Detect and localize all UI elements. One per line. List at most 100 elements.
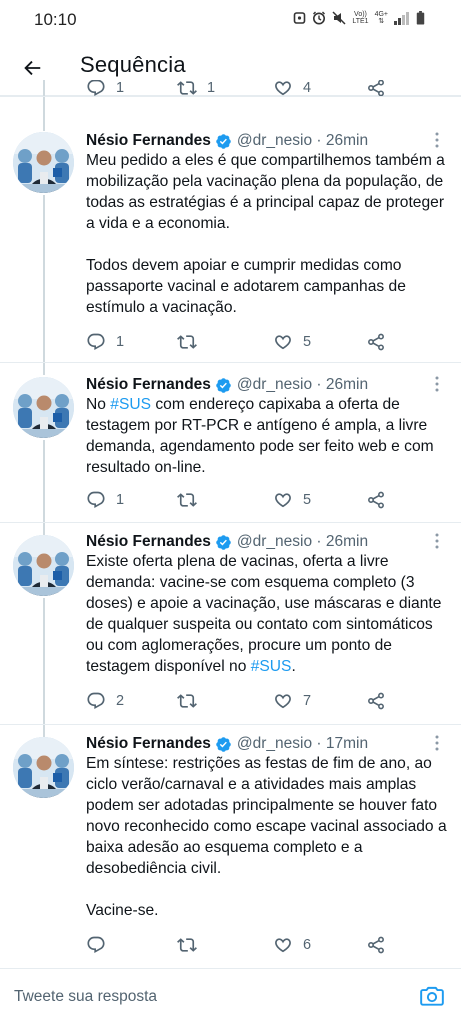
hashtag-link[interactable]: #SUS (251, 658, 292, 675)
heart-icon (273, 935, 293, 955)
retweet-button[interactable] (177, 488, 207, 512)
reply-icon (86, 332, 106, 352)
heart-icon (273, 691, 293, 711)
battery-icon (416, 11, 425, 25)
retweet-icon (177, 490, 197, 510)
tweet-actions: 1 5 (86, 330, 386, 354)
share-icon (366, 691, 386, 711)
retweet-icon (177, 691, 197, 711)
status-bar: 10:10 Vo)) LTE1 4G+ ⇅ (0, 0, 461, 40)
text-segment: . (291, 658, 296, 675)
author-name[interactable]: Nésio Fernandes (86, 533, 211, 551)
text-segment: No (86, 396, 111, 413)
reply-button[interactable]: 2 (86, 689, 124, 713)
network-type: 4G+ ⇅ (375, 11, 388, 25)
reply-count: 1 (116, 80, 125, 96)
retweet-icon (177, 935, 197, 955)
tweet-actions: 1 5 (86, 488, 386, 512)
network-lte: LTE1 (352, 18, 369, 25)
avatar[interactable] (13, 132, 74, 193)
tweet[interactable]: Nésio Fernandes @dr_nesio · 26min Meu pe… (0, 130, 461, 368)
avatar[interactable] (13, 535, 74, 596)
tweet-paragraph: Meu pedido a eles é que compartilhemos t… (86, 152, 445, 232)
more-options-icon[interactable] (435, 132, 439, 148)
profile-photo (13, 535, 74, 596)
thread-connector (43, 195, 45, 375)
author-name[interactable]: Nésio Fernandes (86, 376, 211, 394)
retweet-button[interactable] (177, 330, 207, 354)
like-button[interactable]: 5 (273, 488, 311, 512)
tweet-divider (0, 724, 461, 725)
reply-count: 1 (116, 334, 125, 350)
tweet[interactable]: Nésio Fernandes @dr_nesio · 26min Existe… (0, 531, 461, 721)
more-options-icon[interactable] (435, 376, 439, 392)
like-button[interactable]: 4 (273, 80, 311, 100)
like-count: 5 (303, 334, 312, 350)
reply-icon (86, 490, 106, 510)
tweet[interactable]: Nésio Fernandes @dr_nesio · 26min No #SU… (0, 374, 461, 520)
more-options-icon[interactable] (435, 735, 439, 751)
status-icons: Vo)) LTE1 4G+ ⇅ (293, 11, 425, 25)
avatar[interactable] (13, 377, 74, 438)
tweet-paragraph: Todos devem apoiar e cumprir medidas com… (86, 257, 406, 316)
share-button[interactable] (366, 80, 386, 100)
author-handle-time: @dr_nesio · 26min (236, 376, 369, 393)
like-button[interactable]: 6 (273, 933, 311, 957)
retweet-button[interactable]: 1 (177, 80, 215, 100)
tweet-text: Meu pedido a eles é que compartilhemos t… (86, 150, 448, 318)
reply-input[interactable] (14, 983, 394, 1011)
alarm-icon (294, 12, 306, 24)
network-arrows: ⇅ (378, 18, 385, 25)
tweet[interactable]: Nésio Fernandes @dr_nesio · 17min Em sín… (0, 733, 461, 963)
hashtag-link[interactable]: #SUS (110, 396, 151, 413)
share-button[interactable] (366, 330, 386, 354)
more-options-icon[interactable] (435, 533, 439, 549)
tweet-actions: 6 (86, 933, 386, 957)
retweet-button[interactable] (177, 689, 207, 713)
camera-icon[interactable] (419, 983, 445, 1009)
status-time: 10:10 (34, 10, 77, 29)
retweet-count: 1 (207, 80, 216, 96)
reply-button[interactable]: 1 (86, 80, 124, 100)
thread-connector (43, 97, 45, 131)
arrow-left-icon (24, 60, 41, 76)
network-label: Vo)) LTE1 (352, 11, 368, 25)
tweet-actions: 2 7 (86, 689, 386, 713)
tweet-header: Nésio Fernandes @dr_nesio · 26min (86, 531, 368, 553)
network-type-label: 4G+ (374, 11, 388, 18)
network-volte: Vo)) (354, 11, 367, 18)
tweet-paragraph: Vacine-se. (86, 902, 159, 919)
tweet-paragraph: No #SUS com endereço capixaba a oferta d… (86, 394, 448, 478)
tweet-header: Nésio Fernandes @dr_nesio · 26min (86, 130, 368, 152)
verified-badge-icon (215, 534, 232, 551)
reply-count: 2 (116, 693, 125, 709)
avatar[interactable] (13, 737, 74, 798)
share-button[interactable] (366, 933, 386, 957)
profile-photo (13, 737, 74, 798)
header-divider (0, 96, 461, 97)
like-button[interactable]: 7 (273, 689, 311, 713)
reply-button[interactable]: 1 (86, 488, 124, 512)
profile-photo (13, 377, 74, 438)
tweet-divider (0, 362, 461, 363)
verified-badge-icon (215, 133, 232, 150)
tweet-text: No #SUS com endereço capixaba a oferta d… (86, 394, 448, 478)
like-count: 5 (303, 492, 312, 508)
author-name[interactable]: Nésio Fernandes (86, 735, 211, 753)
reply-button[interactable] (86, 933, 116, 957)
like-button[interactable]: 5 (273, 330, 311, 354)
retweet-button[interactable] (177, 933, 207, 957)
reply-button[interactable]: 1 (86, 330, 124, 354)
tweet-header: Nésio Fernandes @dr_nesio · 17min (86, 733, 368, 755)
share-button[interactable] (366, 689, 386, 713)
page-title: Sequência (80, 52, 186, 77)
share-icon (366, 935, 386, 955)
share-button[interactable] (366, 488, 386, 512)
like-count: 4 (303, 80, 312, 96)
verified-badge-icon (215, 736, 232, 753)
thread-connector (43, 440, 45, 535)
reply-count: 1 (116, 492, 125, 508)
author-name[interactable]: Nésio Fernandes (86, 132, 211, 150)
tweet-paragraph: Em síntese: restrições as festas de fim … (86, 755, 447, 877)
tweet-text: Existe oferta plena de vacinas, oferta a… (86, 551, 448, 677)
